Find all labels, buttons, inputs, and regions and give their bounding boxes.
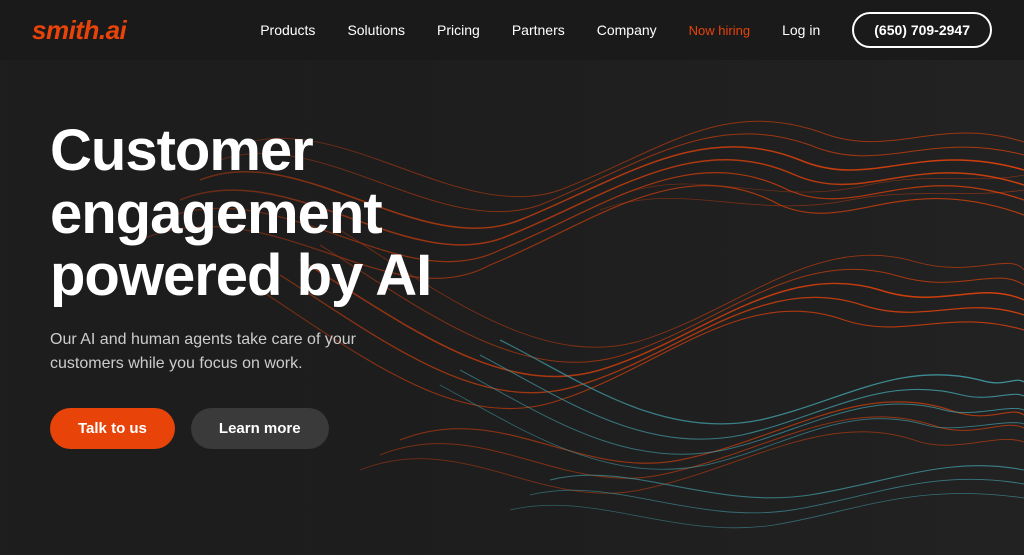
main-nav: Products Solutions Pricing Partners Comp…	[260, 12, 992, 48]
cta-buttons: Talk to us Learn more	[50, 408, 470, 449]
hero-content: Customer engagement powered by AI Our AI…	[50, 120, 470, 449]
hero-subtitle: Our AI and human agents take care of you…	[50, 328, 370, 376]
talk-to-us-button[interactable]: Talk to us	[50, 408, 175, 449]
nav-products[interactable]: Products	[260, 22, 315, 38]
nav-login[interactable]: Log in	[782, 22, 820, 38]
nav-company[interactable]: Company	[597, 22, 657, 38]
nav-pricing[interactable]: Pricing	[437, 22, 480, 38]
phone-button[interactable]: (650) 709-2947	[852, 12, 992, 48]
site-logo[interactable]: smith.ai	[32, 15, 126, 46]
nav-hiring[interactable]: Now hiring	[689, 23, 750, 38]
site-header: smith.ai Products Solutions Pricing Part…	[0, 0, 1024, 60]
hero-section: Customer engagement powered by AI Our AI…	[0, 60, 1024, 555]
nav-solutions[interactable]: Solutions	[347, 22, 405, 38]
learn-more-button[interactable]: Learn more	[191, 408, 329, 449]
hero-title: Customer engagement powered by AI	[50, 120, 470, 308]
nav-partners[interactable]: Partners	[512, 22, 565, 38]
